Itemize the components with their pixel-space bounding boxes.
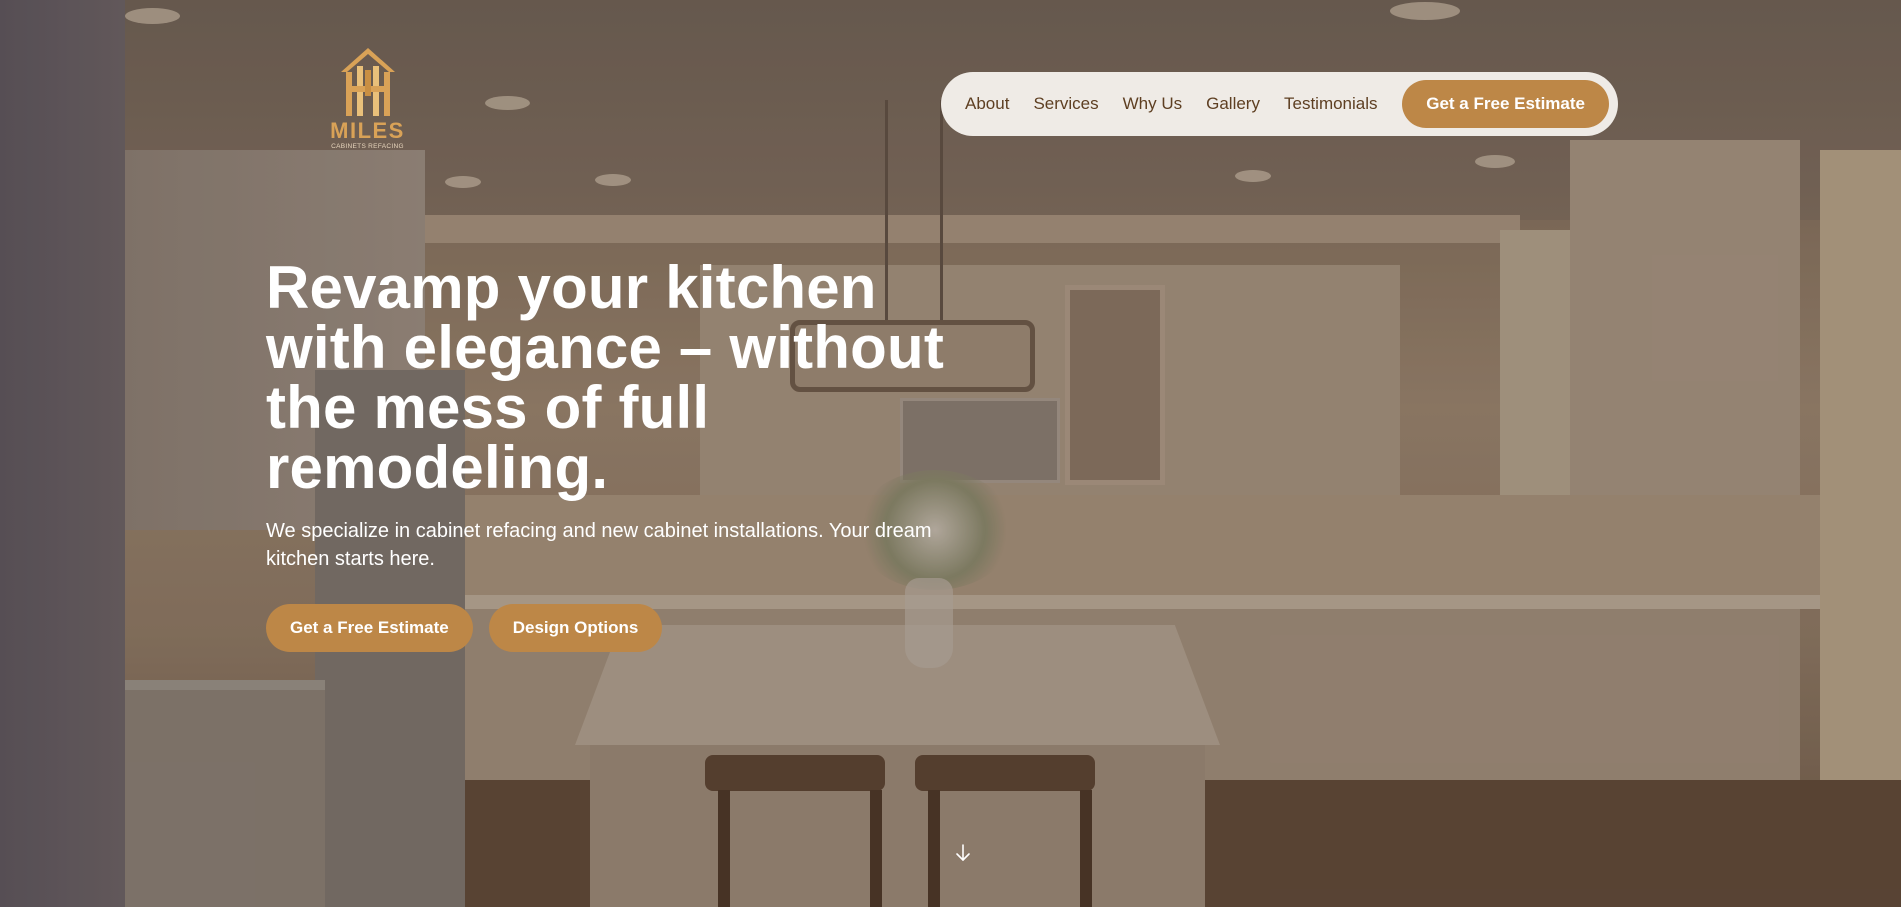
nav-link-services[interactable]: Services — [1033, 94, 1098, 114]
hero-design-options-button[interactable]: Design Options — [488, 604, 663, 652]
hero-headline-line: Revamp your kitchen — [266, 254, 877, 321]
site-logo[interactable]: MILES CABINETS REFACING — [325, 46, 410, 154]
nav-link-about[interactable]: About — [965, 94, 1009, 114]
nav-link-gallery[interactable]: Gallery — [1206, 94, 1260, 114]
house-cabinet-logo-icon — [325, 46, 410, 118]
hero-subtext-line: kitchen starts here. — [266, 548, 435, 570]
logo-brand-name: MILES — [330, 118, 405, 143]
logo-tagline: CABINETS REFACING — [331, 143, 404, 150]
hero-subtext-line: We specialize in cabinet refacing and ne… — [266, 520, 932, 542]
main-navigation: About Services Why Us Gallery Testimonia… — [941, 72, 1618, 136]
nav-link-why-us[interactable]: Why Us — [1123, 94, 1183, 114]
nav-link-testimonials[interactable]: Testimonials — [1284, 94, 1378, 114]
hero-headline-line: with elegance – without — [266, 314, 945, 381]
hero-headline-line: remodeling. — [266, 434, 609, 501]
hero-subtext: We specialize in cabinet refacing and ne… — [266, 517, 986, 573]
hero-cta-group: Get a Free Estimate Design Options — [266, 604, 663, 652]
arrow-down-icon[interactable] — [952, 842, 974, 864]
hero-headline-line: the mess of full — [266, 374, 710, 441]
hero-headline: Revamp your kitchen with elegance – with… — [266, 258, 1066, 498]
nav-free-estimate-button[interactable]: Get a Free Estimate — [1402, 80, 1609, 128]
hero-free-estimate-button[interactable]: Get a Free Estimate — [266, 604, 473, 652]
